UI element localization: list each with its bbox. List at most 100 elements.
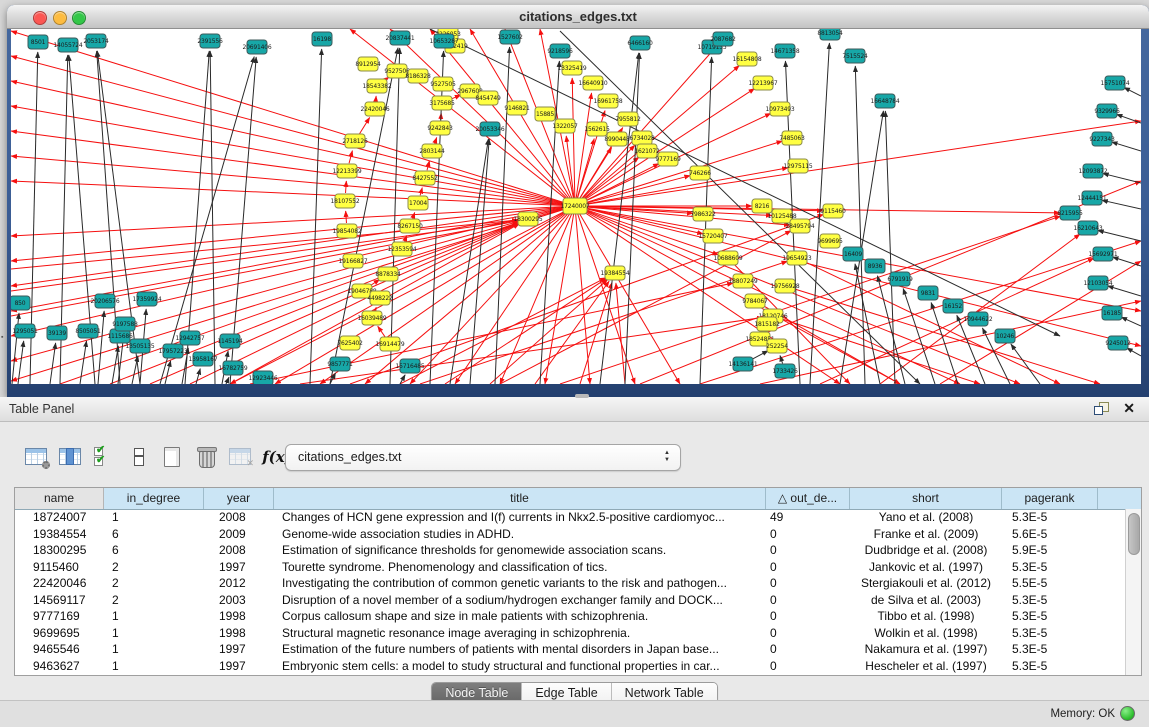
graph-node[interactable]: 6466160 xyxy=(627,36,653,50)
graph-node[interactable]: 20837441 xyxy=(386,31,415,45)
column-header-out_de[interactable]: △ out_de... xyxy=(766,488,850,509)
column-header-name[interactable]: name xyxy=(15,488,104,509)
graph-node[interactable]: 12213967 xyxy=(749,76,778,90)
table-select-dropdown[interactable]: citations_edges.txt ▲▼ xyxy=(285,444,681,471)
graph-node[interactable]: 28495794 xyxy=(786,219,815,233)
graph-node[interactable]: 13325419 xyxy=(558,61,587,75)
graph-node[interactable]: 8427552 xyxy=(412,171,438,185)
graph-node[interactable]: 10688609 xyxy=(714,251,743,265)
graph-node[interactable]: 19166827 xyxy=(339,254,368,268)
graph-node[interactable]: 2718126 xyxy=(342,134,368,148)
graph-node[interactable]: 20691406 xyxy=(243,40,272,54)
table-row[interactable]: 1938455462009Genome-wide association stu… xyxy=(15,526,1126,543)
graph-node[interactable]: 8990448 xyxy=(604,132,630,146)
graph-node[interactable]: 15692971 xyxy=(1089,247,1118,261)
graph-node[interactable]: 9699695 xyxy=(817,234,843,248)
graph-node[interactable]: 9245012 xyxy=(1105,336,1131,350)
graph-node[interactable]: 16914479 xyxy=(376,337,405,351)
graph-node[interactable]: 3175685 xyxy=(429,96,455,110)
graph-node[interactable]: 16185 xyxy=(1102,306,1122,320)
graph-node[interactable]: 10246 xyxy=(995,329,1015,343)
graph-node[interactable]: 9329966 xyxy=(1094,104,1120,118)
window-titlebar[interactable]: citations_edges.txt xyxy=(7,5,1149,29)
import-table-icon[interactable]: ✕ xyxy=(228,445,254,469)
graph-node[interactable]: 16154808 xyxy=(733,52,762,66)
graph-node[interactable]: 9784067 xyxy=(742,294,768,308)
graph-node[interactable]: 14055724 xyxy=(54,38,83,52)
graph-node[interactable]: 9527505 xyxy=(430,77,456,91)
column-header-short[interactable]: short xyxy=(850,488,1002,509)
graph-node[interactable]: 1295051 xyxy=(12,324,38,338)
graph-node[interactable]: 16782759 xyxy=(219,361,248,375)
graph-node[interactable]: 12942757 xyxy=(176,331,205,345)
graph-node[interactable]: 12353594 xyxy=(388,242,417,256)
table-panel-header[interactable]: Table Panel ✕ xyxy=(0,397,1149,422)
table-row[interactable]: 969969511998Structural magnetic resonanc… xyxy=(15,625,1126,642)
graph-node[interactable]: 8505051 xyxy=(75,324,101,338)
graph-node[interactable]: 15716485 xyxy=(396,359,425,373)
citation-network-graph[interactable]: 1724000718300295891295495275061854338222… xyxy=(11,29,1141,384)
graph-node[interactable]: 17359924 xyxy=(133,292,162,306)
graph-node[interactable]: 252254 xyxy=(766,339,788,353)
graph-node[interactable]: 2391556 xyxy=(197,34,223,48)
graph-node[interactable]: 1527602 xyxy=(497,30,523,44)
graph-node[interactable]: 6734028 xyxy=(629,131,655,145)
graph-node[interactable]: 12923446 xyxy=(249,371,278,384)
graph-node[interactable]: 8186328 xyxy=(405,69,431,83)
graph-node[interactable]: 9218596 xyxy=(547,44,573,58)
graph-node[interactable]: 7986322 xyxy=(690,207,716,221)
graph-node[interactable]: 12213399 xyxy=(333,164,362,178)
graph-node[interactable]: 39139 xyxy=(47,326,67,340)
table-row[interactable]: 946362711997Embryonic stem cells: a mode… xyxy=(15,658,1126,675)
graph-node[interactable]: 14671358 xyxy=(771,44,800,58)
table-settings-icon[interactable] xyxy=(24,445,50,469)
graph-node[interactable]: 1562615 xyxy=(584,122,610,136)
graph-node[interactable]: 17240007 xyxy=(561,198,590,214)
graph-node[interactable]: 15885 xyxy=(535,107,555,121)
graph-node[interactable]: 2803144 xyxy=(419,144,445,158)
graph-node[interactable]: 8267150 xyxy=(397,219,423,233)
graph-node[interactable]: 8501 xyxy=(28,35,48,49)
graph-node[interactable]: 20053346 xyxy=(476,122,505,136)
graph-node[interactable]: 8936 xyxy=(865,259,885,273)
graph-node[interactable]: 16640910 xyxy=(579,76,608,90)
graph-node[interactable]: 9197588 xyxy=(112,317,138,331)
float-panel-icon[interactable] xyxy=(1094,402,1109,415)
graph-node[interactable]: 8813054 xyxy=(817,29,843,40)
graph-node[interactable]: 9242843 xyxy=(427,121,453,135)
close-panel-icon[interactable]: ✕ xyxy=(1123,400,1135,417)
graph-node[interactable]: 17004 xyxy=(408,196,428,210)
graph-node[interactable]: 7485063 xyxy=(779,131,805,145)
graph-node[interactable]: 8215955 xyxy=(1057,206,1083,220)
graph-node[interactable]: 10973493 xyxy=(766,102,795,116)
table-row[interactable]: 1872400712008Changes of HCN gene express… xyxy=(15,509,1126,526)
graph-node[interactable]: 4498222 xyxy=(367,291,393,305)
graph-node[interactable]: 12444151 xyxy=(1078,191,1107,205)
graph-node[interactable]: 1145194 xyxy=(217,334,243,348)
graph-node[interactable]: 12093872 xyxy=(1079,164,1108,178)
graph-node[interactable]: 8454749 xyxy=(475,91,501,105)
graph-node[interactable]: 7625402 xyxy=(337,336,363,350)
column-header-in_degree[interactable]: in_degree xyxy=(104,488,204,509)
graph-node[interactable]: 16961758 xyxy=(594,94,623,108)
table-row[interactable]: 977716911998Corpus callosum shape and si… xyxy=(15,608,1126,625)
graph-node[interactable]: 16152 xyxy=(943,299,963,313)
graph-node[interactable]: 7515524 xyxy=(842,49,868,63)
graph-node[interactable]: 13958167 xyxy=(189,352,218,366)
graph-node[interactable]: 10944622 xyxy=(964,312,993,326)
graph-node[interactable]: 8216 xyxy=(752,199,772,213)
graph-node[interactable]: 9777169 xyxy=(655,152,681,166)
merge-cells-icon[interactable] xyxy=(126,445,152,469)
select-rows-icon[interactable]: ✔✔ xyxy=(92,445,118,469)
table-row[interactable]: 946554611997Estimation of the future num… xyxy=(15,641,1126,658)
graph-node[interactable]: 16039489 xyxy=(358,311,387,325)
graph-node[interactable]: 15720407 xyxy=(699,229,728,243)
graph-node[interactable]: 7955812 xyxy=(615,112,641,126)
graph-node[interactable]: 16648784 xyxy=(871,94,900,108)
table-row[interactable]: 1456911722003Disruption of a novel membe… xyxy=(15,592,1126,609)
table-row[interactable]: 911546021997Tourette syndrome. Phenomeno… xyxy=(15,559,1126,576)
graph-node[interactable]: 2053174 xyxy=(83,34,109,48)
graph-node[interactable]: 9857771 xyxy=(327,357,353,371)
graph-node[interactable]: 18807249 xyxy=(729,274,758,288)
graph-node[interactable]: 1322057 xyxy=(552,119,578,133)
